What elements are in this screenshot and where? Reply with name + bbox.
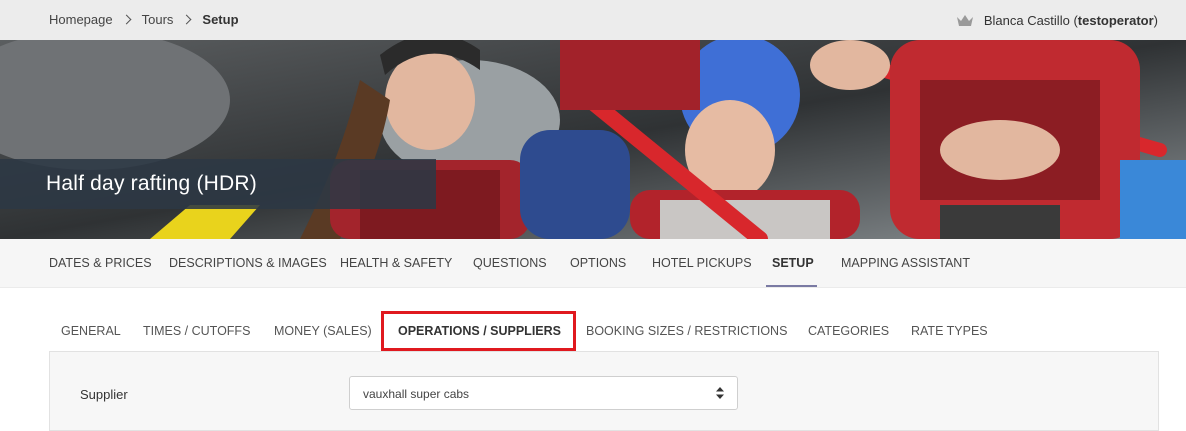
subtab-categories[interactable]: CATEGORIES <box>808 324 889 338</box>
tab-dates-prices[interactable]: DATES & PRICES <box>49 256 152 270</box>
subtab-booking-sizes-restrictions[interactable]: BOOKING SIZES / RESTRICTIONS <box>586 324 787 338</box>
highlight-box <box>381 311 576 351</box>
page-title: Half day rafting (HDR) <box>46 172 257 195</box>
tab-health-safety[interactable]: HEALTH & SAFETY <box>340 256 452 270</box>
breadcrumb: Homepage Tours Setup <box>49 12 239 27</box>
hero-banner: Half day rafting (HDR) <box>0 40 1186 239</box>
tab-setup[interactable]: SETUP <box>772 256 814 270</box>
chevron-right-icon <box>181 14 192 25</box>
subtab-money-sales[interactable]: MONEY (SALES) <box>274 324 372 338</box>
operations-panel: Supplier vauxhall super cabs <box>49 351 1159 431</box>
sub-nav: GENERAL TIMES / CUTOFFS MONEY (SALES) OP… <box>0 310 1186 352</box>
supplier-label: Supplier <box>80 387 128 402</box>
breadcrumb-tours[interactable]: Tours <box>142 12 174 27</box>
tab-mapping-assistant[interactable]: MAPPING ASSISTANT <box>841 256 970 270</box>
chevron-right-icon <box>121 14 132 25</box>
active-tab-indicator <box>766 285 817 287</box>
tab-options[interactable]: OPTIONS <box>570 256 626 270</box>
tab-descriptions-images[interactable]: DESCRIPTIONS & IMAGES <box>169 256 327 270</box>
top-bar: Homepage Tours Setup Blanca Castillo (te… <box>0 0 1186 40</box>
title-band: Half day rafting (HDR) <box>0 159 436 209</box>
subtab-rate-types[interactable]: RATE TYPES <box>911 324 988 338</box>
main-nav: DATES & PRICES DESCRIPTIONS & IMAGES HEA… <box>0 239 1186 288</box>
subtab-general[interactable]: GENERAL <box>61 324 121 338</box>
select-arrows-icon <box>716 387 724 399</box>
breadcrumb-homepage[interactable]: Homepage <box>49 12 113 27</box>
user-name: Blanca Castillo <box>983 13 1070 28</box>
tab-questions[interactable]: QUESTIONS <box>473 256 547 270</box>
tab-hotel-pickups[interactable]: HOTEL PICKUPS <box>652 256 752 270</box>
breadcrumb-setup: Setup <box>202 12 239 27</box>
subtab-times-cutoffs[interactable]: TIMES / CUTOFFS <box>143 324 250 338</box>
hero-image <box>0 40 1186 239</box>
user-menu[interactable]: Blanca Castillo (testoperator) <box>956 13 1158 28</box>
supplier-select[interactable]: vauxhall super cabs <box>349 376 738 410</box>
crown-icon <box>956 14 973 26</box>
supplier-select-value: vauxhall super cabs <box>363 387 470 401</box>
user-username: testoperator <box>1077 13 1154 28</box>
username-close-paren: ) <box>1153 13 1158 28</box>
